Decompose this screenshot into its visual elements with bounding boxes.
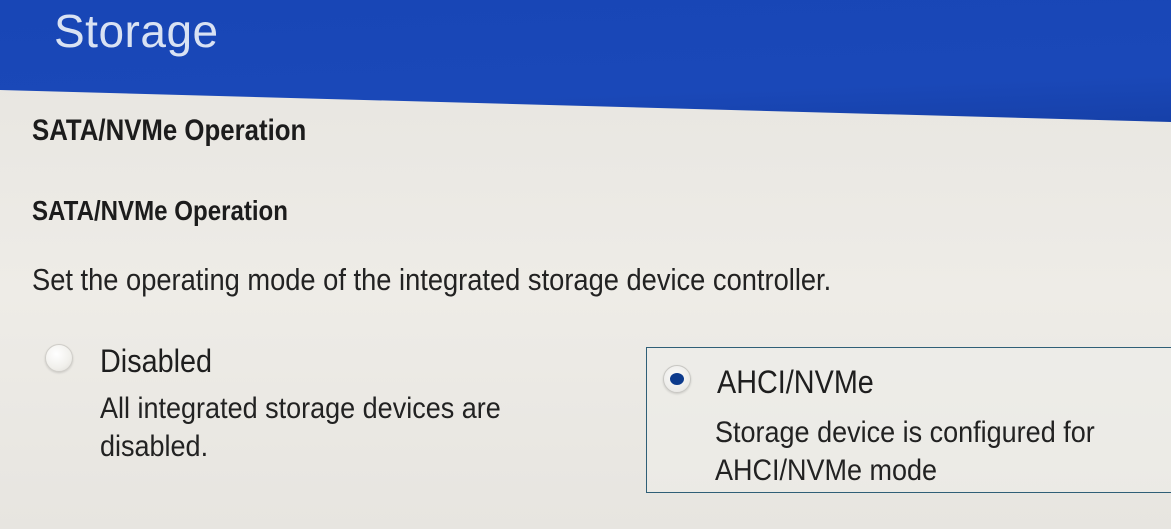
radio-disabled[interactable] (45, 344, 73, 372)
radio-selected-dot-icon (670, 373, 684, 385)
option-ahci-nvme-description-line1: Storage device is configured for (715, 416, 1095, 449)
option-ahci-nvme-label: AHCI/NVMe (717, 364, 874, 400)
radio-ahci-nvme[interactable] (663, 365, 691, 393)
bios-settings-page: Storage SATA/NVMe Operation SATA/NVMe Op… (0, 0, 1171, 529)
option-disabled-description-line2: disabled. (100, 430, 209, 463)
setting-title: SATA/NVMe Operation (32, 195, 288, 226)
option-disabled-label: Disabled (100, 343, 213, 379)
section-title: SATA/NVMe Operation (32, 114, 307, 147)
option-ahci-nvme[interactable]: AHCI/NVMe Storage device is configured f… (646, 347, 1171, 493)
page-header: Storage (0, 0, 1171, 122)
option-disabled-description: All integrated storage devices are disab… (100, 390, 568, 466)
option-ahci-nvme-description: Storage device is configured for AHCI/NV… (715, 414, 1165, 490)
setting-description: Set the operating mode of the integrated… (32, 262, 832, 297)
option-disabled-description-line1: All integrated storage devices are (100, 392, 501, 425)
page-title: Storage (54, 5, 219, 57)
option-disabled[interactable]: Disabled All integrated storage devices … (40, 340, 600, 480)
option-ahci-nvme-description-line2: AHCI/NVMe mode (715, 454, 938, 487)
